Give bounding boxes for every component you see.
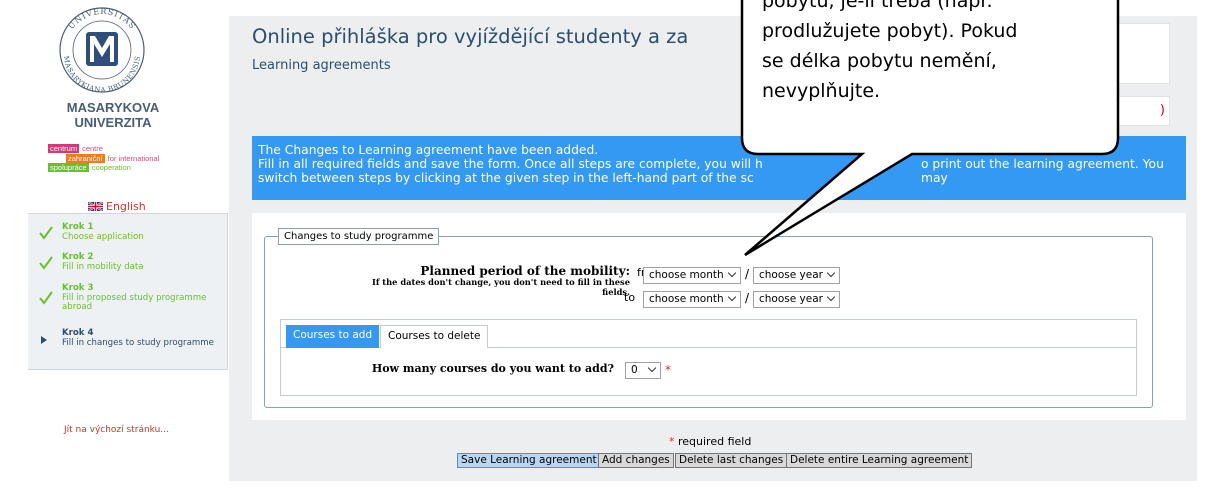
from-year-select[interactable]: choose year bbox=[753, 267, 840, 284]
delete-last-changes-button[interactable]: Delete last changes bbox=[675, 453, 788, 468]
step-desc: Fill in mobility data bbox=[62, 261, 144, 272]
planned-period-label: Planned period of the mobility: If the d… bbox=[250, 264, 630, 297]
tab-courses-to-add[interactable]: Courses to add bbox=[286, 325, 380, 348]
add-changes-button[interactable]: Add changes bbox=[598, 453, 674, 468]
university-seal-logo: UNIVERSITAS MASARYKIANA BRUNENSIS bbox=[59, 7, 145, 94]
chevron-down-icon bbox=[826, 268, 836, 278]
language-label: English bbox=[106, 200, 146, 213]
chevron-down-icon bbox=[727, 292, 737, 302]
chevron-down-icon bbox=[647, 363, 657, 373]
callout-line-2: prodlužujete pobyt). Pokud bbox=[762, 20, 1018, 42]
from-month-select[interactable]: choose month bbox=[643, 267, 741, 284]
caret-right-icon bbox=[41, 336, 47, 344]
required-field-note: * required field bbox=[669, 435, 752, 448]
notice-line-1: The Changes to Learning agreement have b… bbox=[258, 143, 599, 157]
tab-courses-to-delete[interactable]: Courses to delete bbox=[380, 325, 489, 348]
courses-count-label: How many courses do you want to add? bbox=[371, 362, 614, 375]
steps-sidebar: Krok 1 Choose application Krok 2 Fill in m… bbox=[28, 213, 228, 370]
page-title: Online přihláška pro vyjíždějící student… bbox=[252, 25, 689, 48]
callout-line-3: se délka pobytu nemění, bbox=[762, 50, 997, 72]
callout-line-1: pobytu, je-li třeba (např. bbox=[762, 0, 993, 12]
step-desc: Choose application bbox=[62, 231, 144, 242]
international-cooperation-logo: centrum centre zahraniční for internationa… bbox=[48, 144, 160, 172]
courses-count-select[interactable]: 0 bbox=[625, 362, 661, 379]
callout-line-4: nevyplňujte. bbox=[762, 80, 881, 102]
language-switch-link[interactable]: English bbox=[88, 200, 146, 213]
planned-period-hint-1: If the dates don't change, you don't nee… bbox=[371, 277, 630, 287]
uk-flag-icon bbox=[88, 202, 103, 211]
step-desc: Fill in proposed study programme abroad bbox=[62, 292, 207, 312]
checkmark-icon bbox=[39, 256, 53, 270]
home-page-link[interactable]: Jít na výchozí stránku... bbox=[64, 425, 169, 435]
fieldset-legend: Changes to study programme bbox=[278, 228, 440, 245]
checkmark-icon bbox=[39, 226, 53, 240]
chevron-down-icon bbox=[826, 292, 836, 302]
date-separator: / bbox=[745, 267, 750, 281]
required-asterisk: * bbox=[665, 363, 671, 377]
planned-period-hint-2: fields. bbox=[602, 286, 630, 297]
chevron-down-icon bbox=[727, 268, 737, 278]
delete-entire-learning-agreement-button[interactable]: Delete entire Learning agreement bbox=[786, 453, 973, 468]
to-label: to bbox=[624, 291, 636, 304]
header-status-text: ) bbox=[1159, 103, 1165, 118]
to-month-select[interactable]: choose month bbox=[643, 291, 741, 308]
to-year-select[interactable]: choose year bbox=[753, 291, 840, 308]
university-name-line2: UNIVERZITA bbox=[74, 115, 152, 130]
notice-line-2-end: o print out the learning agreement. You … bbox=[921, 157, 1164, 185]
svg-text:UNIVERSITAS: UNIVERSITAS bbox=[67, 7, 138, 31]
save-learning-agreement-button[interactable]: Save Learning agreement bbox=[457, 453, 601, 468]
page-subtitle: Learning agreements bbox=[252, 58, 391, 73]
planned-period-title: Planned period of the mobility: bbox=[420, 264, 630, 278]
university-name-line1: MASARYKOVA bbox=[66, 100, 160, 115]
tooltip-callout-text: pobytu, je-li třeba (např. prodlužujete … bbox=[762, 0, 1110, 106]
info-notice: The Changes to Learning agreement have b… bbox=[252, 136, 1186, 200]
notice-line-2: Fill in all required fields and save the… bbox=[258, 157, 763, 171]
date-separator: / bbox=[745, 291, 750, 305]
checkmark-icon bbox=[39, 291, 53, 305]
step-desc: Fill in changes to study programme bbox=[62, 337, 214, 348]
